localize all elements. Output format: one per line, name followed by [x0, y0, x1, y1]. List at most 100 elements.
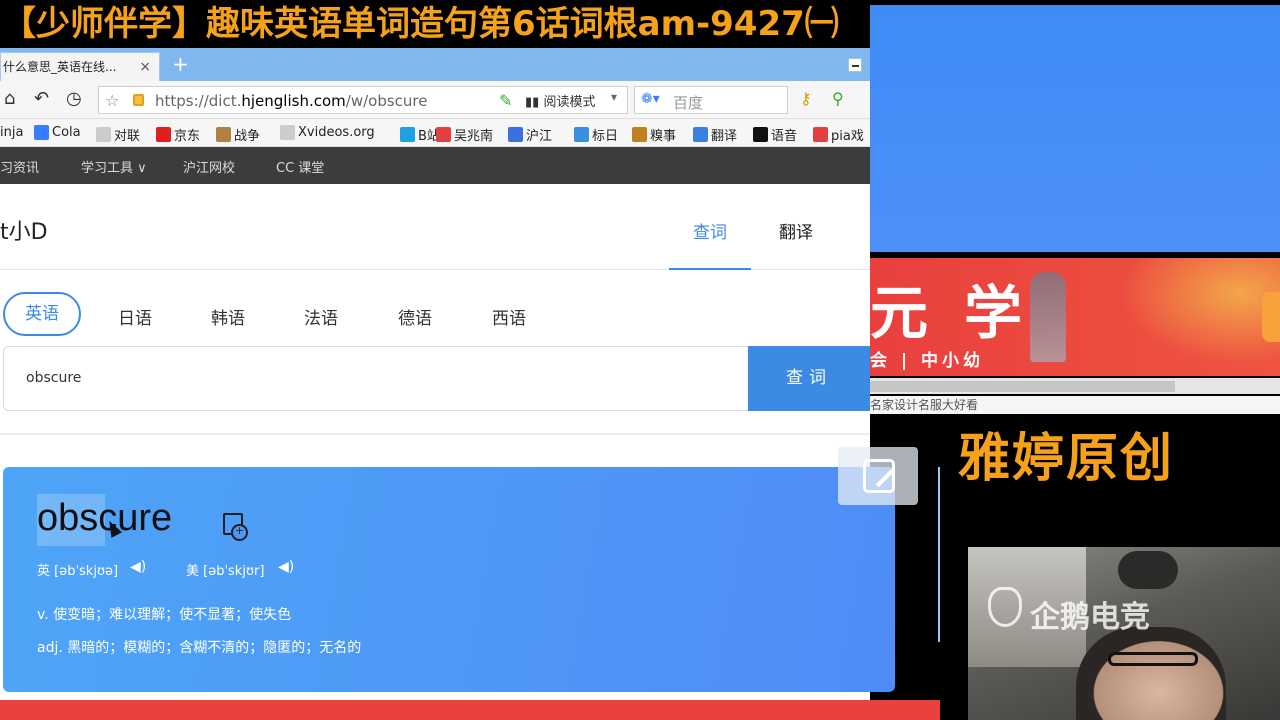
bookmark-label: Xvideos.org: [298, 125, 375, 140]
site-header: t小D 查词 翻译: [0, 184, 870, 271]
penguin-logo-icon: [988, 587, 1022, 627]
star-icon[interactable]: ☆: [105, 91, 119, 110]
bookmark-item[interactable]: 京东: [156, 125, 200, 144]
bookmark-icon: [436, 127, 451, 142]
bookmark-label: Cola: [52, 125, 81, 140]
bookmark-item[interactable]: Cola: [34, 125, 81, 140]
tab-bar: 什么意思_英语在线... × +: [0, 48, 870, 81]
bookmark-item[interactable]: 沪江: [508, 125, 552, 144]
query-row: obscure 查词: [0, 346, 870, 416]
security-icon[interactable]: ⚲: [832, 89, 844, 108]
nav-item-cc[interactable]: CC 课堂: [276, 157, 324, 176]
speaker-icon[interactable]: ◀): [278, 559, 294, 575]
divider: [938, 467, 940, 642]
search-input[interactable]: obscure: [3, 346, 749, 411]
chevron-down-icon[interactable]: ▾: [611, 90, 617, 104]
banner-subheading: 会 | 中小幼: [870, 351, 985, 371]
lock-icon: [133, 94, 144, 106]
new-tab-button[interactable]: +: [172, 51, 189, 77]
streamer-figure: [1076, 627, 1226, 720]
lang-english[interactable]: 英语: [3, 292, 81, 336]
site-nav: 习资讯 学习工具 ∨ 沪江网校 CC 课堂: [0, 147, 870, 184]
tab-translate[interactable]: 翻译: [779, 218, 813, 243]
nav-item-tools[interactable]: 学习工具 ∨: [81, 157, 147, 176]
bookmark-icon: [34, 125, 49, 140]
partial-text: 名家设计名服大好看: [870, 396, 1280, 414]
language-selector: 英语 日语 韩语 法语 德语 西语: [0, 270, 870, 350]
edit-button[interactable]: [838, 447, 918, 505]
bookmark-label: 标日: [592, 129, 619, 144]
bookmark-item[interactable]: 标日: [574, 125, 618, 144]
extension-icon[interactable]: ✎: [499, 91, 512, 110]
bookmark-item[interactable]: 对联: [96, 125, 140, 144]
home-icon[interactable]: ⌂: [4, 89, 15, 109]
ad-banner[interactable]: 元学 会 | 中小幼: [870, 258, 1280, 376]
banner-button[interactable]: [1262, 292, 1280, 342]
address-bar[interactable]: ☆ https://dict.hjenglish.com/w/obscure ✎…: [98, 86, 628, 114]
blue-panel: [870, 5, 1280, 252]
scrollbar[interactable]: [870, 378, 1280, 394]
bookmark-item[interactable]: 语音: [753, 125, 797, 144]
browser-tab[interactable]: 什么意思_英语在线... ×: [0, 52, 160, 81]
edit-icon: [863, 459, 895, 493]
lang-korean[interactable]: 韩语: [211, 304, 245, 329]
scrollbar-thumb[interactable]: [870, 381, 1175, 392]
bookmark-label: 吴兆南: [454, 129, 494, 144]
definition-adj: adj. 黑暗的；模糊的；含糊不清的；隐匿的；无名的: [37, 640, 362, 656]
browser-toolbar: ⌂ ↶ ◷ ☆ https://dict.hjenglish.com/w/obs…: [0, 81, 870, 119]
watermark-text: 企鹅电竞: [1030, 600, 1150, 635]
bookmark-item[interactable]: 吴兆南: [436, 125, 493, 144]
bookmark-item[interactable]: B站: [400, 125, 440, 144]
microphone-graphic: [1118, 551, 1178, 589]
bookmark-icon: [813, 127, 828, 142]
bookmark-icon: [508, 127, 523, 142]
key-icon[interactable]: ⚷: [800, 89, 812, 108]
bookmarks-bar: inja Cola 对联 京东 战争 Xvideos.org B站 吴兆南 沪江 标日 糗事 翻译 语音…: [0, 119, 870, 147]
bookmark-item[interactable]: 战争: [216, 125, 260, 144]
url-text[interactable]: https://dict.hjenglish.com/w/obscure: [155, 92, 427, 110]
bookmark-label: 对联: [114, 129, 141, 144]
bookmark-item[interactable]: 糗事: [632, 125, 676, 144]
site-logo[interactable]: t小D: [0, 214, 48, 246]
bookmark-item[interactable]: Xvideos.org: [280, 125, 375, 140]
phonetic-us: 美 [əbˈskjʊr]: [186, 564, 265, 579]
webcam-feed: 企鹅电竞: [968, 547, 1280, 720]
definition-verb: v. 使变暗；难以理解；使不显著；使失色: [37, 607, 292, 623]
brand-text: 雅婷原创: [958, 429, 1175, 489]
baidu-icon: ❁▾: [641, 91, 660, 107]
bookmark-icon: [753, 127, 768, 142]
speaker-icon[interactable]: ◀): [130, 559, 146, 575]
nav-item-school[interactable]: 沪江网校: [183, 157, 235, 176]
undo-icon[interactable]: ↶: [34, 89, 49, 109]
bookmark-label: pia戏: [831, 129, 864, 144]
bookmark-label: inja: [0, 125, 24, 140]
search-box[interactable]: ❁▾ 百度: [634, 86, 788, 114]
brand-panel: 雅婷原创 企鹅电竞: [955, 414, 1280, 720]
bookmark-label: 翻译: [711, 129, 738, 144]
history-icon[interactable]: ◷: [66, 89, 82, 109]
tab-title: 什么意思_英语在线...: [3, 60, 117, 74]
glasses-graphic: [1108, 652, 1198, 666]
tab-lookup[interactable]: 查词: [693, 218, 727, 243]
bookmark-item[interactable]: pia戏: [813, 125, 864, 144]
bookmark-item[interactable]: 翻译: [693, 125, 737, 144]
banner-heading: 元学: [870, 279, 1059, 347]
flame-graphic: [1100, 258, 1280, 376]
search-button[interactable]: 查词: [748, 346, 870, 411]
minimize-icon[interactable]: [848, 58, 862, 72]
bookmark-item[interactable]: inja: [0, 125, 23, 140]
lang-spanish[interactable]: 西语: [492, 304, 526, 329]
divider: [0, 433, 870, 435]
lang-japanese[interactable]: 日语: [118, 304, 152, 329]
bookmark-icon: [280, 125, 295, 140]
lang-french[interactable]: 法语: [304, 304, 338, 329]
add-to-wordbook-icon[interactable]: [223, 513, 248, 541]
close-tab-icon[interactable]: ×: [139, 53, 151, 81]
reader-mode-button[interactable]: ▮▮ 阅读模式: [525, 91, 595, 110]
bookmark-label: 糗事: [650, 129, 677, 144]
nav-item-news[interactable]: 习资讯: [0, 157, 39, 176]
lang-german[interactable]: 德语: [398, 304, 432, 329]
bookmark-icon: [156, 127, 171, 142]
bottom-ad-banner: [0, 700, 940, 720]
bookmark-icon: [400, 127, 415, 142]
